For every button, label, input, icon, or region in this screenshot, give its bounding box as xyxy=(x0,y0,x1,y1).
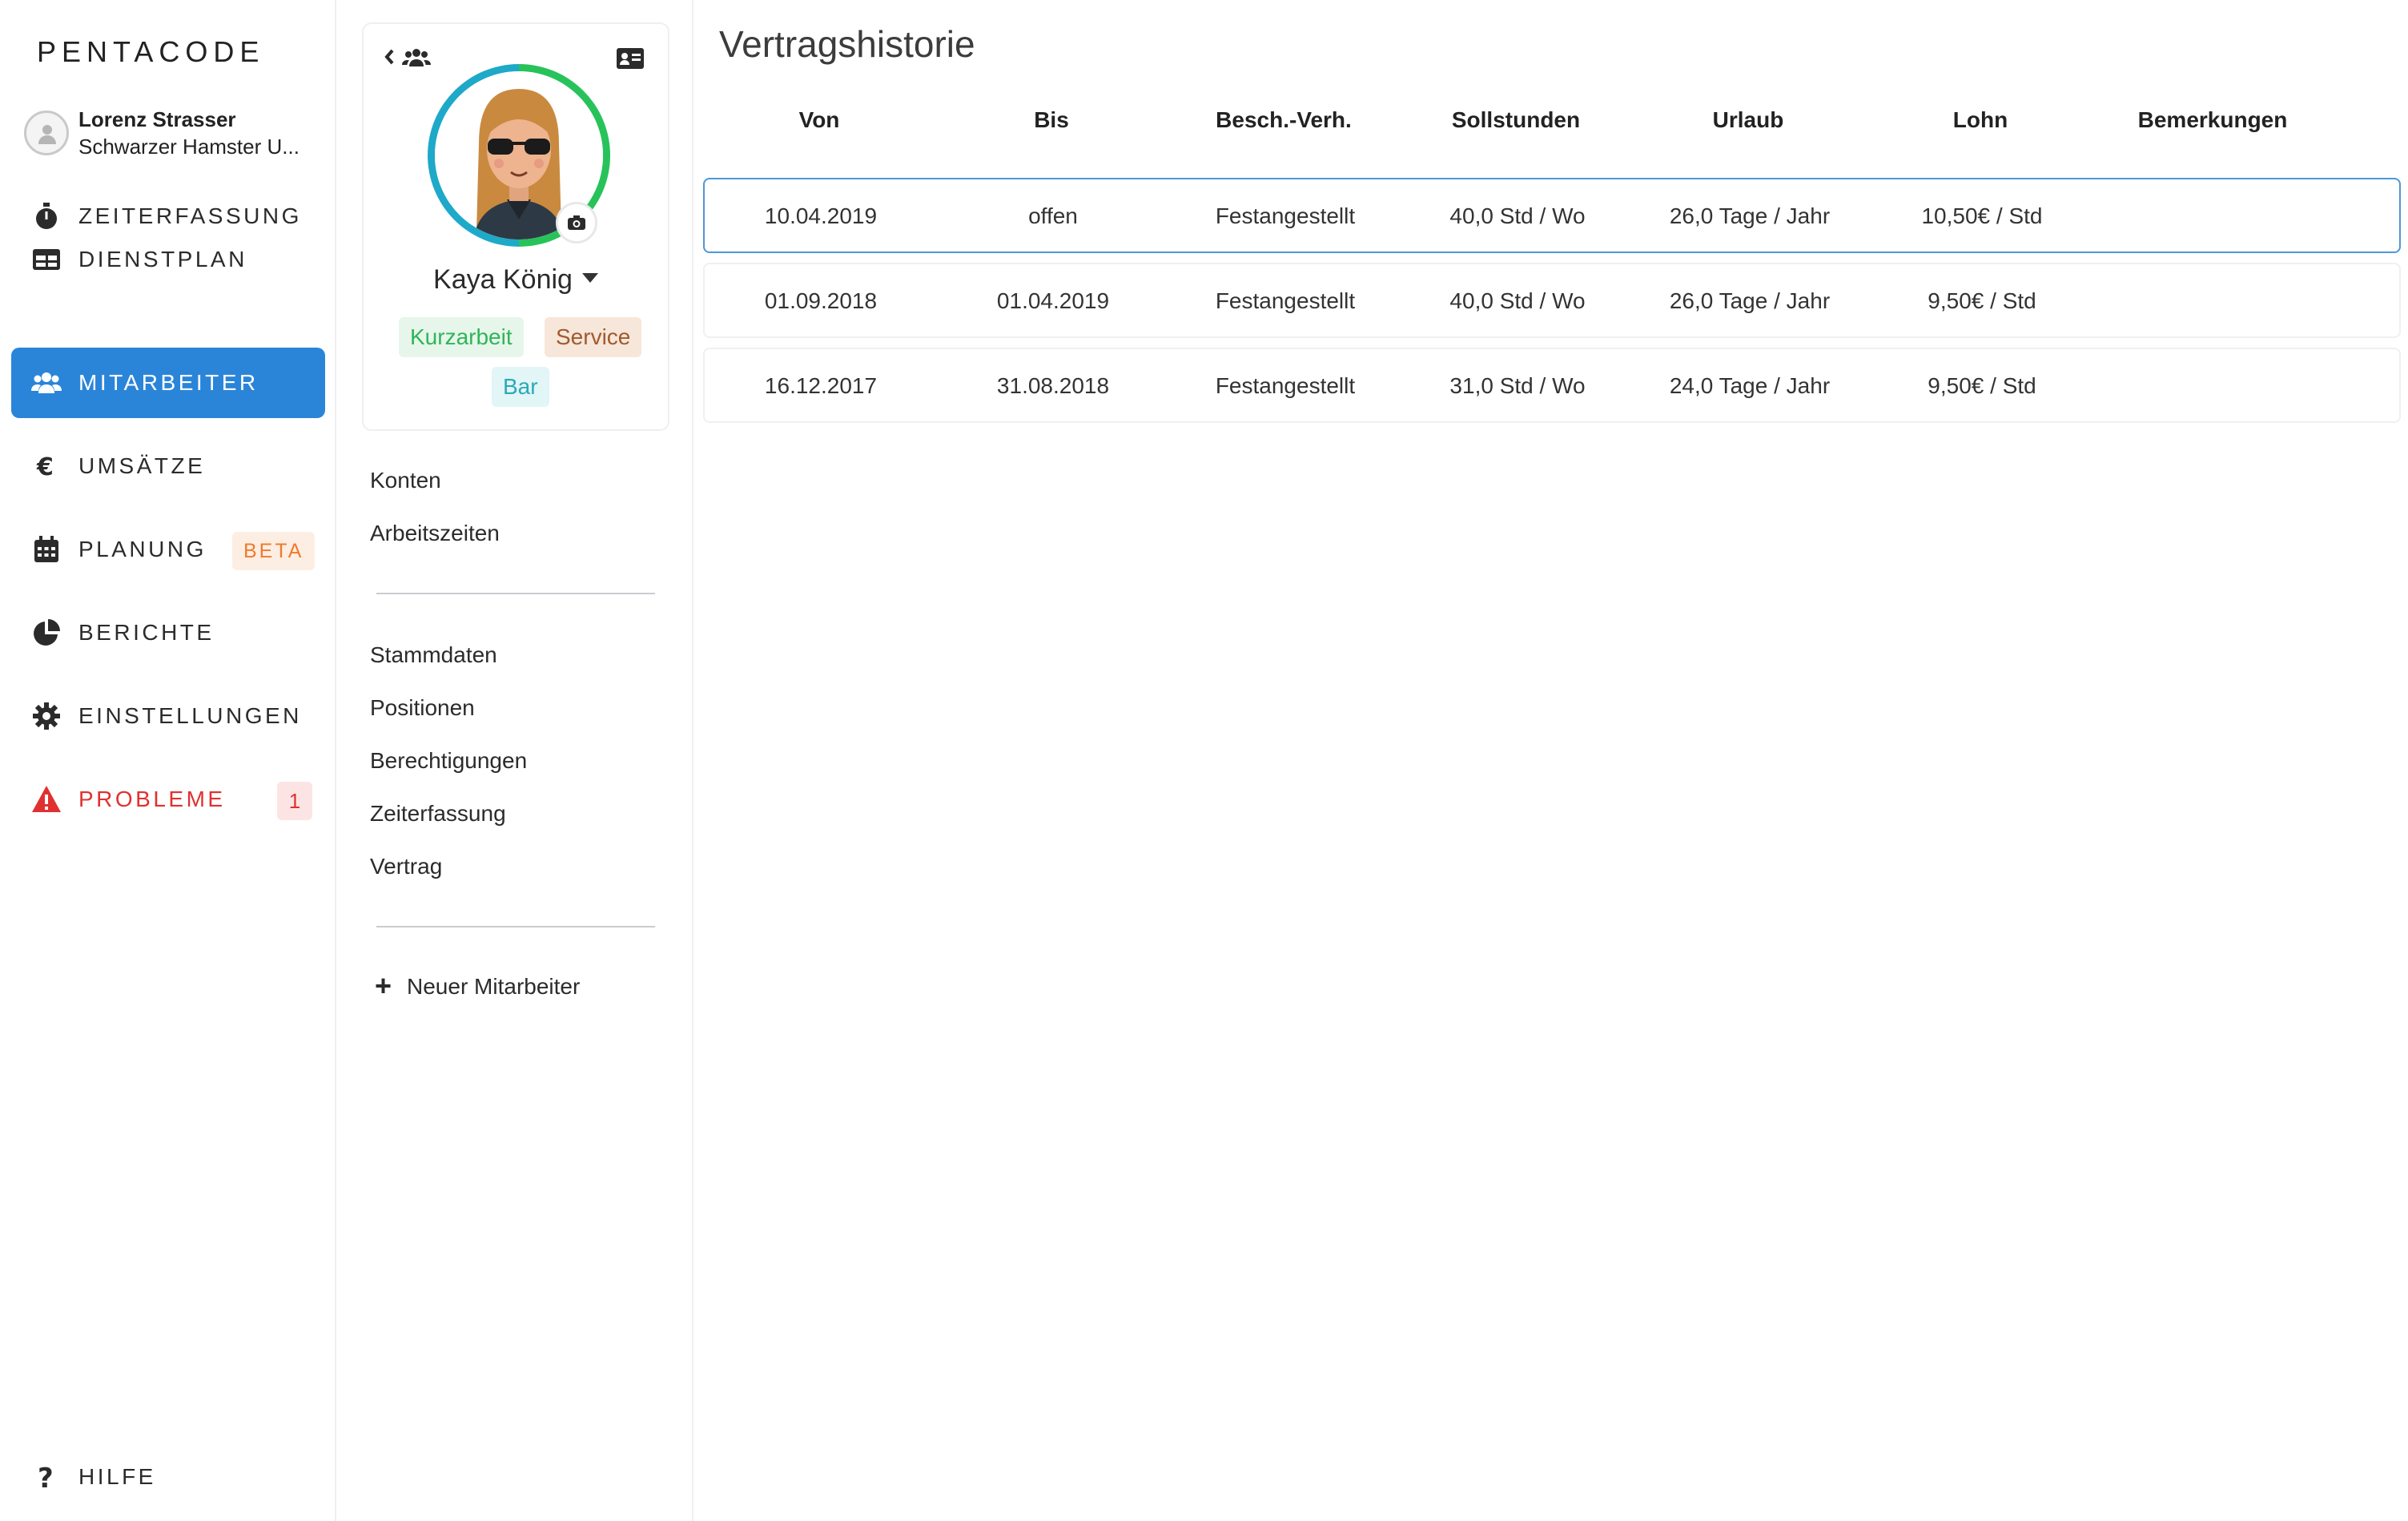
cell-lohn: 9,50€ / Std xyxy=(1928,373,2036,398)
table-row[interactable]: 16.12.2017 31.08.2018 Festangestellt 31,… xyxy=(703,348,2401,423)
plus-icon: + xyxy=(375,969,392,1002)
employee-selector[interactable]: Kaya König xyxy=(364,264,668,296)
column-header: Von xyxy=(798,107,840,132)
gear-icon xyxy=(33,702,60,730)
nav-label: PLANUNG xyxy=(78,537,207,561)
cell-lohn: 9,50€ / Std xyxy=(1928,288,2036,313)
nav-umsaetze[interactable]: € UMSÄTZE xyxy=(11,431,325,501)
table-row[interactable]: 10.04.2019 offen Festangestellt 40,0 Std… xyxy=(703,178,2401,253)
cell-sollstunden: 40,0 Std / Wo xyxy=(1449,203,1586,228)
nav-dienstplan[interactable]: DIENSTPLAN xyxy=(11,224,325,295)
cell-bis: 31.08.2018 xyxy=(996,373,1110,398)
cell-urlaub: 26,0 Tage / Jahr xyxy=(1669,203,1831,228)
problem-count-badge: 1 xyxy=(277,782,312,820)
employee-panel: Kaya König Kurzarbeit Service Bar Konten… xyxy=(338,0,693,1521)
user-avatar xyxy=(24,111,69,155)
link-arbeitszeiten[interactable]: Arbeitszeiten xyxy=(370,521,500,546)
cell-lohn: 10,50€ / Std xyxy=(1921,203,2043,228)
table-row[interactable]: 01.09.2018 01.04.2019 Festangestellt 40,… xyxy=(703,263,2401,338)
column-header: Besch.-Verh. xyxy=(1216,107,1352,132)
main-sidebar: PENTACODE Lorenz Strasser Schwarzer Hams… xyxy=(0,0,336,1521)
column-header: Bemerkungen xyxy=(2137,107,2288,132)
page-title: Vertragshistorie xyxy=(719,23,975,65)
new-employee-label: Neuer Mitarbeiter xyxy=(407,974,581,999)
link-positionen[interactable]: Positionen xyxy=(370,695,475,721)
nav-label: BERICHTE xyxy=(78,620,215,645)
link-berechtigungen[interactable]: Berechtigungen xyxy=(370,748,527,774)
user-icon xyxy=(38,125,56,144)
nav-probleme[interactable]: PROBLEME 1 xyxy=(11,764,325,835)
nav-einstellungen[interactable]: EINSTELLUNGEN xyxy=(11,681,325,751)
users-icon xyxy=(31,372,62,393)
svg-text:?: ? xyxy=(38,1463,54,1493)
cell-bis: 01.04.2019 xyxy=(996,288,1110,313)
cell-beschaeftigung: Festangestellt xyxy=(1215,373,1356,398)
column-header: Bis xyxy=(1034,107,1069,132)
link-zeiterfassung[interactable]: Zeiterfassung xyxy=(370,801,506,827)
tag-service: Service xyxy=(545,317,642,357)
nav-label: PROBLEME xyxy=(78,787,226,811)
current-user[interactable]: Lorenz Strasser Schwarzer Hamster U... xyxy=(24,106,328,162)
link-konten[interactable]: Konten xyxy=(370,468,441,493)
user-company: Schwarzer Hamster U... xyxy=(78,135,299,159)
employee-name: Kaya König xyxy=(433,264,573,295)
beta-badge: BETA xyxy=(232,532,316,570)
nav-label: HILFE xyxy=(78,1464,156,1489)
contract-history-view: Vertragshistorie Von Bis Besch.-Verh. So… xyxy=(695,0,2408,1521)
cell-sollstunden: 31,0 Std / Wo xyxy=(1449,373,1586,398)
camera-icon xyxy=(568,215,585,230)
calendar-icon xyxy=(34,536,58,562)
cell-von: 16.12.2017 xyxy=(764,373,878,398)
tag-kurzarbeit: Kurzarbeit xyxy=(399,317,524,357)
column-header: Lohn xyxy=(1952,107,2008,132)
warning-icon xyxy=(32,786,61,812)
cell-beschaeftigung: Festangestellt xyxy=(1215,203,1356,228)
cell-sollstunden: 40,0 Std / Wo xyxy=(1449,288,1586,313)
link-stammdaten[interactable]: Stammdaten xyxy=(370,642,497,668)
nav-label: EINSTELLUNGEN xyxy=(78,703,302,728)
euro-icon: € xyxy=(36,453,54,481)
nav-label: MITARBEITER xyxy=(78,370,259,395)
tag-bar: Bar xyxy=(492,367,549,407)
section-divider xyxy=(376,593,655,594)
column-header: Urlaub xyxy=(1712,107,1784,132)
change-photo-button[interactable] xyxy=(556,202,597,243)
cell-beschaeftigung: Festangestellt xyxy=(1215,288,1356,313)
cell-urlaub: 24,0 Tage / Jahr xyxy=(1669,373,1831,398)
nav-berichte[interactable]: BERICHTE xyxy=(11,598,325,668)
cell-von: 10.04.2019 xyxy=(764,203,878,228)
table-icon xyxy=(33,249,60,270)
nav-hilfe[interactable]: ? HILFE xyxy=(11,1442,325,1512)
id-card-icon[interactable] xyxy=(617,48,644,69)
nav-label: DIENSTPLAN xyxy=(78,247,247,272)
nav-planung[interactable]: PLANUNG BETA xyxy=(11,514,325,585)
employee-card: Kaya König Kurzarbeit Service Bar xyxy=(362,22,669,431)
link-vertrag[interactable]: Vertrag xyxy=(370,854,442,879)
section-divider xyxy=(376,926,655,927)
cell-von: 01.09.2018 xyxy=(764,288,878,313)
svg-text:€: € xyxy=(36,453,54,481)
back-to-employees-icon[interactable] xyxy=(383,45,437,69)
nav-mitarbeiter[interactable]: MITARBEITER xyxy=(11,348,325,418)
pie-chart-icon xyxy=(34,619,60,646)
column-header: Sollstunden xyxy=(1451,107,1581,132)
user-name: Lorenz Strasser xyxy=(78,107,236,131)
nav-label: UMSÄTZE xyxy=(78,453,206,478)
table-header: Von Bis Besch.-Verh. Sollstunden Urlaub … xyxy=(703,107,2401,147)
cell-urlaub: 26,0 Tage / Jahr xyxy=(1669,288,1831,313)
caret-down-icon xyxy=(581,273,598,284)
question-icon: ? xyxy=(38,1463,54,1493)
new-employee-button[interactable]: + Neuer Mitarbeiter xyxy=(375,969,581,1002)
cell-bis: offen xyxy=(1028,203,1078,228)
app-logo[interactable]: PENTACODE xyxy=(37,35,264,69)
